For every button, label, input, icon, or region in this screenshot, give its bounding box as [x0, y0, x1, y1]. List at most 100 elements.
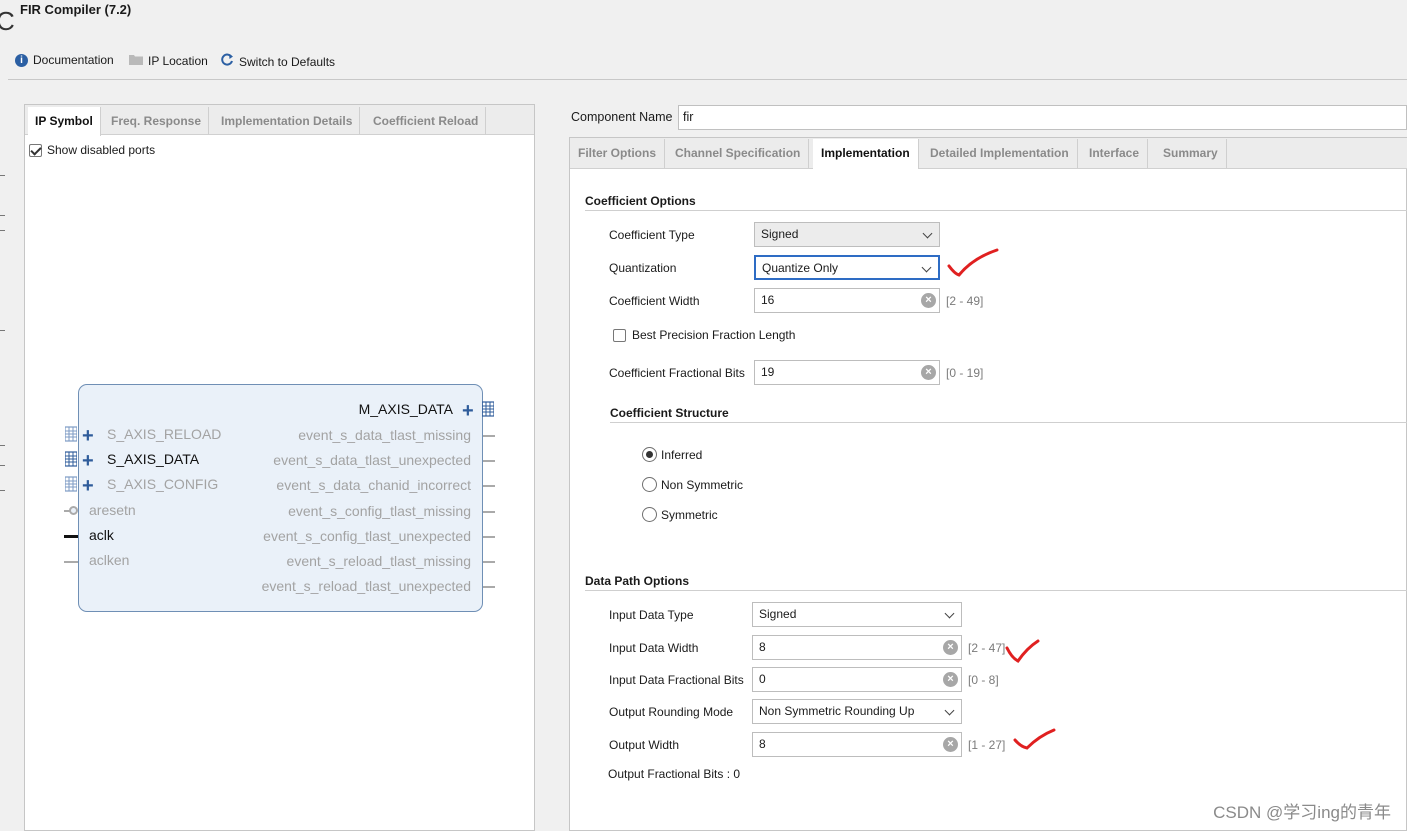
pin-line — [483, 561, 495, 563]
clear-icon[interactable]: × — [921, 293, 936, 308]
port-event-config-tlast-missing: event_s_config_tlast_missing — [288, 503, 471, 519]
input-fractional-bits-label: Input Data Fractional Bits — [609, 673, 744, 687]
ip-location-button[interactable]: IP Location — [129, 53, 208, 68]
tab-interface[interactable]: Interface — [1081, 139, 1149, 168]
tab-coefficient-reload[interactable]: Coefficient Reload — [366, 107, 487, 135]
pin-line — [483, 536, 495, 538]
clear-icon[interactable]: × — [943, 737, 958, 752]
ip-location-label: IP Location — [148, 53, 208, 68]
radio-inferred[interactable] — [642, 447, 657, 462]
input-data-width-label: Input Data Width — [609, 641, 699, 655]
bus-interface-icon — [65, 451, 77, 467]
input-data-type-label: Input Data Type — [609, 608, 694, 622]
best-precision-label: Best Precision Fraction Length — [632, 328, 796, 342]
folder-icon — [129, 53, 143, 68]
output-width-value: 8 — [759, 737, 766, 751]
pin-line — [483, 485, 495, 487]
chevron-down-icon — [944, 705, 955, 716]
documentation-label: Documentation — [33, 53, 114, 67]
checkmark-annotation-icon — [1013, 728, 1056, 750]
coefficient-fractional-bits-input[interactable]: 19 × — [754, 360, 940, 385]
chevron-down-icon — [921, 262, 932, 273]
bus-interface-icon — [65, 476, 77, 492]
port-event-reload-tlast-missing: event_s_reload_tlast_missing — [286, 553, 471, 569]
output-width-input[interactable]: 8 × — [752, 732, 962, 757]
pin-line — [483, 435, 495, 437]
output-rounding-mode-select[interactable]: Non Symmetric Rounding Up — [752, 699, 962, 724]
edge-mark — [0, 465, 5, 466]
quantization-select[interactable]: Quantize Only — [754, 255, 940, 280]
coefficient-width-label: Coefficient Width — [609, 294, 700, 308]
clear-icon[interactable]: × — [921, 365, 936, 380]
watermark: CSDN @学习ing的青年 — [1213, 803, 1391, 822]
expand-plus-icon[interactable]: + — [82, 426, 94, 446]
tab-freq-response[interactable]: Freq. Response — [104, 107, 210, 135]
port-s-axis-data: S_AXIS_DATA — [107, 451, 200, 467]
input-data-width-input[interactable]: 8 × — [752, 635, 962, 660]
coefficient-structure-heading: Coefficient Structure — [610, 406, 729, 420]
edge-glyph: C — [0, 6, 15, 36]
pin-line — [483, 511, 495, 513]
coefficient-width-input[interactable]: 16 × — [754, 288, 940, 313]
tab-filter-options[interactable]: Filter Options — [570, 139, 665, 168]
switch-defaults-button[interactable]: Switch to Defaults — [220, 53, 335, 70]
port-s-axis-reload: S_AXIS_RELOAD — [107, 426, 222, 442]
pin-line — [64, 535, 78, 538]
port-event-config-tlast-unexpected: event_s_config_tlast_unexpected — [263, 528, 471, 544]
tab-detailed-implementation[interactable]: Detailed Implementation — [922, 139, 1078, 168]
best-precision-checkbox[interactable] — [613, 328, 626, 342]
expand-plus-icon[interactable]: + — [82, 476, 94, 496]
port-aclken: aclken — [89, 552, 130, 568]
coefficient-fractional-bits-value: 19 — [761, 365, 775, 379]
best-precision-toggle[interactable]: Best Precision Fraction Length — [613, 328, 795, 342]
tab-summary[interactable]: Summary — [1155, 139, 1227, 168]
chevron-down-icon — [944, 608, 955, 619]
coefficient-type-value: Signed — [761, 227, 799, 241]
output-width-label: Output Width — [609, 738, 680, 752]
documentation-button[interactable]: i Documentation — [15, 53, 114, 67]
output-rounding-mode-label: Output Rounding Mode — [609, 705, 734, 719]
input-fractional-bits-input[interactable]: 0 × — [752, 667, 962, 692]
pin-line — [64, 561, 78, 563]
component-name-label: Component Name — [571, 110, 673, 124]
expand-plus-icon[interactable]: + — [462, 401, 474, 421]
input-data-type-select[interactable]: Signed — [752, 602, 962, 627]
checkmark-annotation-icon — [947, 248, 999, 277]
coefficient-type-select[interactable]: Signed — [754, 222, 940, 247]
port-event-data-chanid-incorrect: event_s_data_chanid_incorrect — [276, 477, 471, 493]
input-fractional-bits-range: [0 - 8] — [968, 673, 999, 687]
edge-mark — [0, 215, 5, 216]
section-divider — [610, 422, 1407, 423]
tab-implementation[interactable]: Implementation — [813, 139, 919, 169]
section-divider — [585, 590, 1407, 591]
coefficient-fractional-bits-label: Coefficient Fractional Bits — [609, 366, 745, 380]
port-event-reload-tlast-unexpected: event_s_reload_tlast_unexpected — [261, 578, 471, 594]
window-title: FIR Compiler (7.2) — [20, 2, 132, 17]
left-tab-bar: IP Symbol Freq. Response Implementation … — [25, 105, 534, 136]
section-divider — [585, 210, 1407, 211]
active-low-bubble-icon — [69, 506, 78, 515]
component-name-input[interactable]: fir — [678, 105, 1407, 130]
radio-non-symmetric[interactable] — [642, 477, 657, 492]
port-event-data-tlast-missing: event_s_data_tlast_missing — [298, 427, 471, 443]
edge-mark — [0, 175, 5, 176]
radio-inferred-label: Inferred — [661, 448, 703, 462]
clear-icon[interactable]: × — [943, 640, 958, 655]
show-disabled-ports-checkbox[interactable] — [29, 143, 42, 157]
tab-implementation-details[interactable]: Implementation Details — [214, 107, 361, 135]
output-fractional-bits-text: Output Fractional Bits : 0 — [608, 767, 741, 781]
show-disabled-ports-toggle[interactable]: Show disabled ports — [29, 143, 155, 157]
input-data-width-range: [2 - 47] — [968, 641, 1006, 655]
port-aclk: aclk — [89, 527, 114, 543]
port-m-axis-data: M_AXIS_DATA — [358, 401, 453, 417]
expand-plus-icon[interactable]: + — [82, 451, 94, 471]
refresh-icon — [220, 53, 234, 70]
right-tab-bar: Filter Options Channel Specification Imp… — [570, 138, 1407, 169]
clear-icon[interactable]: × — [943, 672, 958, 687]
coefficient-type-label: Coefficient Type — [609, 228, 695, 242]
tab-channel-specification[interactable]: Channel Specification — [667, 139, 810, 168]
radio-non-symmetric-label: Non Symmetric — [661, 478, 744, 492]
output-width-range: [1 - 27] — [968, 738, 1006, 752]
radio-symmetric[interactable] — [642, 507, 657, 522]
tab-ip-symbol[interactable]: IP Symbol — [28, 107, 101, 136]
